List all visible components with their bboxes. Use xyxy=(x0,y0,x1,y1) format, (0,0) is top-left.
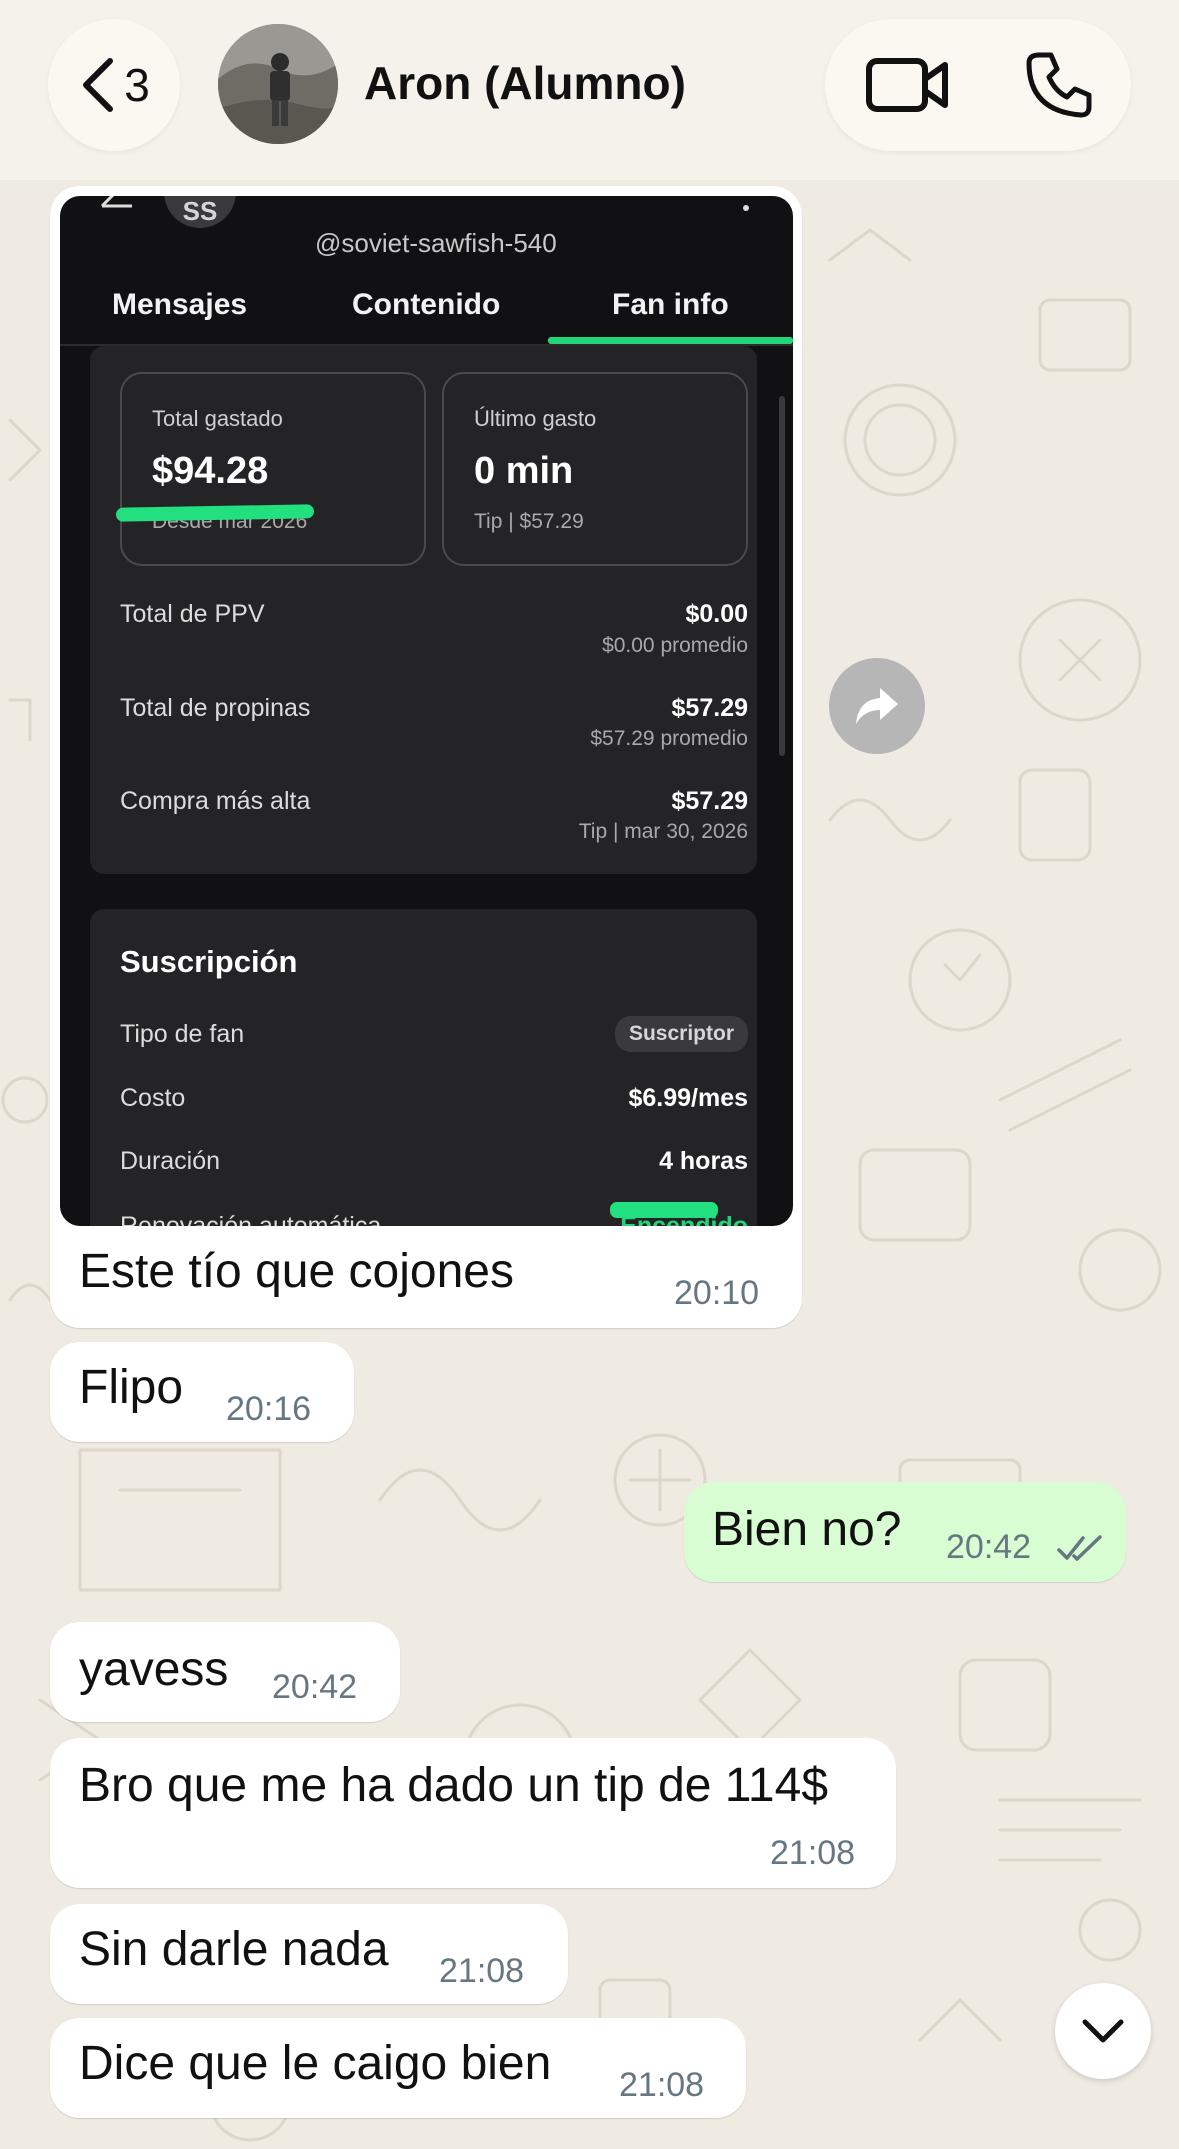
last-spend-value: 0 min xyxy=(474,450,574,492)
message-bubble-outgoing[interactable]: Bien no? 20:42 xyxy=(684,1482,1126,1582)
cost-value: $6.99/mes xyxy=(628,1084,748,1112)
highest-purchase-value: $57.29 xyxy=(671,787,748,815)
tips-label: Total de propinas xyxy=(120,694,311,722)
more-icon xyxy=(743,205,749,211)
embedded-screenshot[interactable]: SS @soviet-sawfish-540 Mensajes Contenid… xyxy=(60,196,793,1226)
message-bubble[interactable]: Sin darle nada 21:08 xyxy=(50,1904,568,2004)
tab-mensajes[interactable]: Mensajes xyxy=(112,288,247,322)
total-spent-box: Total gastado $94.28 Desde mar 2026 xyxy=(120,372,426,566)
total-spent-value: $94.28 xyxy=(152,450,269,492)
message-text: Flipo xyxy=(79,1361,184,1414)
last-spend-detail: Tip | $57.29 xyxy=(474,510,584,533)
message-text: Este tío que cojones xyxy=(79,1245,514,1298)
message-text: Bro que me ha dado un tip de 114$ xyxy=(79,1759,829,1812)
scroll-to-bottom-button[interactable] xyxy=(1055,1983,1151,2079)
tips-value: $57.29 xyxy=(671,694,748,722)
ppv-value: $0.00 xyxy=(685,600,748,628)
fan-type-label: Tipo de fan xyxy=(120,1020,245,1048)
message-time: 21:08 xyxy=(439,1952,525,1990)
message-text: yavess xyxy=(79,1643,229,1696)
duration-value: 4 horas xyxy=(659,1147,748,1175)
message-text: Bien no? xyxy=(712,1503,902,1556)
fan-type-badge: Suscriptor xyxy=(614,1016,748,1052)
message-time: 20:16 xyxy=(226,1390,312,1428)
message-bubble[interactable]: yavess 20:42 xyxy=(50,1622,400,1722)
back-arrow-icon xyxy=(100,196,132,208)
call-actions xyxy=(825,19,1131,151)
ppv-average: $0.00 promedio xyxy=(602,634,748,657)
scrollbar[interactable] xyxy=(779,396,785,756)
highest-purchase-label: Compra más alta xyxy=(120,787,311,815)
contact-name[interactable]: Aron (Alumno) xyxy=(364,56,686,110)
tips-average: $57.29 promedio xyxy=(590,727,748,750)
ppv-label: Total de PPV xyxy=(120,600,265,628)
total-spent-label: Total gastado xyxy=(152,406,283,431)
message-bubble[interactable]: Bro que me ha dado un tip de 114$ 21:08 xyxy=(50,1738,896,1888)
last-spend-box: Último gasto 0 min Tip | $57.29 xyxy=(442,372,748,566)
message-time: 20:10 xyxy=(674,1274,760,1312)
last-spend-label: Último gasto xyxy=(474,406,597,431)
message-bubble[interactable]: Flipo 20:16 xyxy=(50,1342,354,1442)
chat-header: 3 Aron (Alumno) xyxy=(0,0,1179,180)
unread-count: 3 xyxy=(124,59,150,111)
contact-avatar[interactable] xyxy=(218,24,338,144)
message-time: 21:08 xyxy=(619,2066,705,2104)
auto-renew-label: Renovación automática xyxy=(120,1212,382,1226)
tab-contenido[interactable]: Contenido xyxy=(352,288,500,322)
tab-fan-info[interactable]: Fan info xyxy=(612,288,729,322)
subscription-title: Suscripción xyxy=(120,944,298,979)
back-button[interactable]: 3 xyxy=(48,19,180,151)
cost-label: Costo xyxy=(120,1084,186,1112)
forward-icon xyxy=(856,688,898,724)
chevron-left-icon xyxy=(83,58,114,112)
duration-label: Duración xyxy=(120,1147,221,1175)
phone-icon[interactable] xyxy=(1025,51,1093,119)
fan-avatar: SS xyxy=(164,196,236,228)
double-check-icon xyxy=(1057,1535,1102,1561)
active-tab-indicator xyxy=(548,337,793,344)
message-bubble[interactable]: Dice que le caigo bien 21:08 xyxy=(50,2018,746,2118)
message-time: 20:42 xyxy=(272,1668,358,1706)
message-time: 21:08 xyxy=(770,1834,856,1872)
message-text: Sin darle nada xyxy=(79,1923,389,1976)
video-call-icon[interactable] xyxy=(865,55,949,115)
highest-purchase-detail: Tip | mar 30, 2026 xyxy=(578,820,748,843)
forward-button[interactable] xyxy=(829,658,925,754)
fan-handle: @soviet-sawfish-540 xyxy=(315,228,557,258)
chevron-down-icon xyxy=(1082,2019,1124,2043)
message-text: Dice que le caigo bien xyxy=(79,2037,552,2090)
message-time: 20:42 xyxy=(946,1528,1032,1566)
highlight-mark xyxy=(610,1202,718,1218)
